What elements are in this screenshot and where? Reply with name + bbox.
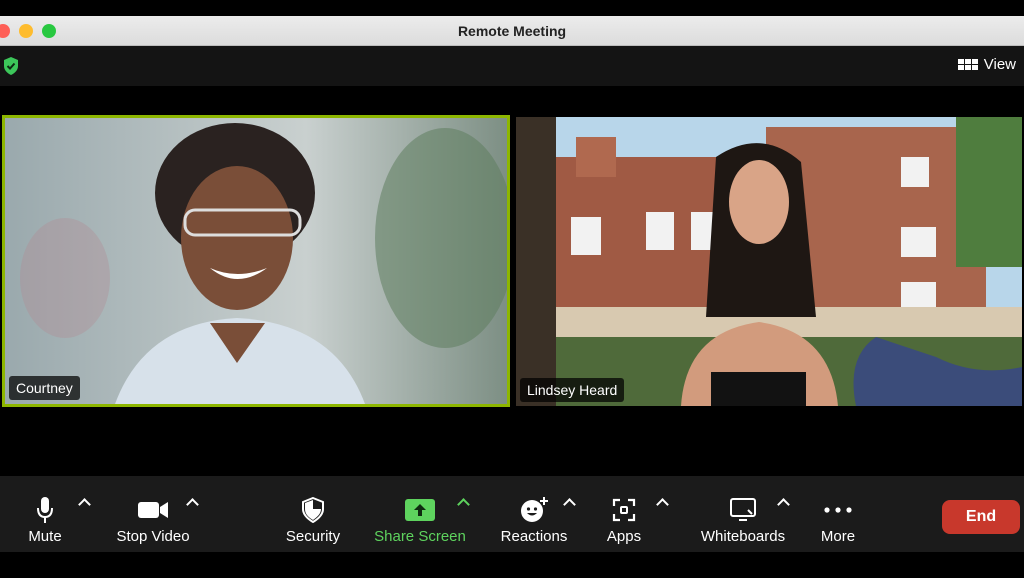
- participant-video-lindsey-heard: [516, 117, 1022, 406]
- bottom-strip: [0, 552, 1024, 578]
- apps-icon: [612, 498, 636, 522]
- whiteboard-icon: [730, 498, 756, 521]
- mute-label: Mute: [28, 528, 62, 545]
- maximize-window-button[interactable]: [42, 24, 56, 38]
- video-camera-icon: [138, 502, 168, 518]
- video-gallery: Courtney Lindsey Heard: [0, 86, 1024, 476]
- window-title: Remote Meeting: [457, 22, 567, 39]
- security-shield-icon: [302, 497, 324, 523]
- share-screen-icon: [405, 499, 435, 521]
- whiteboards-label: Whiteboards: [700, 528, 786, 545]
- meeting-topbar: View: [0, 46, 1024, 86]
- share-screen-button[interactable]: Share Screen: [374, 476, 466, 552]
- security-label: Security: [285, 528, 341, 545]
- end-meeting-button[interactable]: End: [942, 500, 1020, 534]
- participant-video-courtney: [5, 118, 507, 404]
- security-button[interactable]: Security: [284, 476, 342, 552]
- reactions-button[interactable]: Reactions: [500, 476, 568, 552]
- whiteboards-options-caret[interactable]: [777, 498, 789, 508]
- microphone-icon: [37, 497, 53, 523]
- view-button[interactable]: View: [957, 56, 1016, 73]
- video-options-caret[interactable]: [186, 498, 198, 508]
- participant-tile-courtney[interactable]: Courtney: [2, 115, 510, 407]
- stop-video-button[interactable]: Stop Video: [113, 476, 193, 552]
- meeting-toolbar: Mute Stop Video Security Share Screen Re…: [0, 476, 1024, 552]
- apps-label: Apps: [606, 528, 642, 545]
- view-label: View: [983, 56, 1016, 73]
- share-screen-label: Share Screen: [374, 528, 466, 545]
- close-window-button[interactable]: [0, 24, 10, 38]
- apps-button[interactable]: Apps: [604, 476, 644, 552]
- participant-tile-lindsey-heard[interactable]: Lindsey Heard: [516, 117, 1022, 406]
- minimize-window-button[interactable]: [19, 24, 33, 38]
- mute-button[interactable]: Mute: [24, 476, 66, 552]
- reactions-options-caret[interactable]: [563, 498, 575, 508]
- participant-name-label: Courtney: [9, 376, 80, 400]
- participant-name-label: Lindsey Heard: [520, 378, 625, 402]
- reactions-label: Reactions: [500, 528, 568, 545]
- more-dots-icon: [824, 507, 852, 513]
- shield-check-icon[interactable]: [2, 56, 20, 76]
- window-titlebar: Remote Meeting: [0, 16, 1024, 46]
- more-label: More: [820, 528, 856, 545]
- view-grid-icon: [957, 59, 978, 70]
- audio-options-caret[interactable]: [78, 498, 90, 508]
- more-button[interactable]: More: [818, 476, 858, 552]
- share-options-caret[interactable]: [457, 498, 469, 508]
- apps-options-caret[interactable]: [656, 498, 668, 508]
- window-controls: [0, 16, 56, 46]
- reactions-icon: [521, 497, 548, 522]
- stop-video-label: Stop Video: [116, 528, 190, 545]
- whiteboards-button[interactable]: Whiteboards: [698, 476, 788, 552]
